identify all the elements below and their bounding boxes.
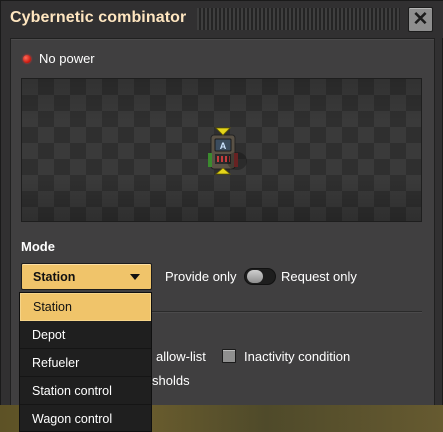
mode-dropdown-list: Station Depot Refueler Station control W… [19,292,152,432]
title-bar[interactable]: Cybernetic combinator ✕ [1,1,443,38]
request-only-label: Request only [281,269,357,284]
drag-handle[interactable] [197,8,400,30]
status-text: No power [39,51,95,66]
svg-text:A: A [220,141,227,151]
status-indicator-icon [23,54,31,63]
close-button[interactable]: ✕ [408,7,433,32]
mode-option-wagon-control[interactable]: Wagon control [20,405,151,432]
provide-request-toggle[interactable] [244,268,276,285]
close-icon: ✕ [412,9,429,30]
mode-option-station[interactable]: Station [20,293,151,321]
entity-preview: A [21,78,422,222]
toggle-knob[interactable] [247,270,263,283]
combinator-entity-icon: A [208,127,247,175]
mode-dropdown-value: Station [33,269,76,284]
mode-option-refueler[interactable]: Refueler [20,349,151,377]
chevron-down-icon [130,274,140,280]
mode-dropdown[interactable]: Station [21,263,152,290]
provide-only-label: Provide only [165,269,237,284]
inactivity-condition-label: Inactivity condition [244,349,351,364]
allow-list-label: allow-list [156,349,206,364]
mode-option-depot[interactable]: Depot [20,321,151,349]
window-title: Cybernetic combinator [10,9,187,26]
thresholds-label: sholds [152,373,190,388]
power-status: No power [23,51,95,66]
inactivity-checkbox[interactable] [222,349,236,363]
mode-option-station-control[interactable]: Station control [20,377,151,405]
mode-heading: Mode [21,239,55,254]
